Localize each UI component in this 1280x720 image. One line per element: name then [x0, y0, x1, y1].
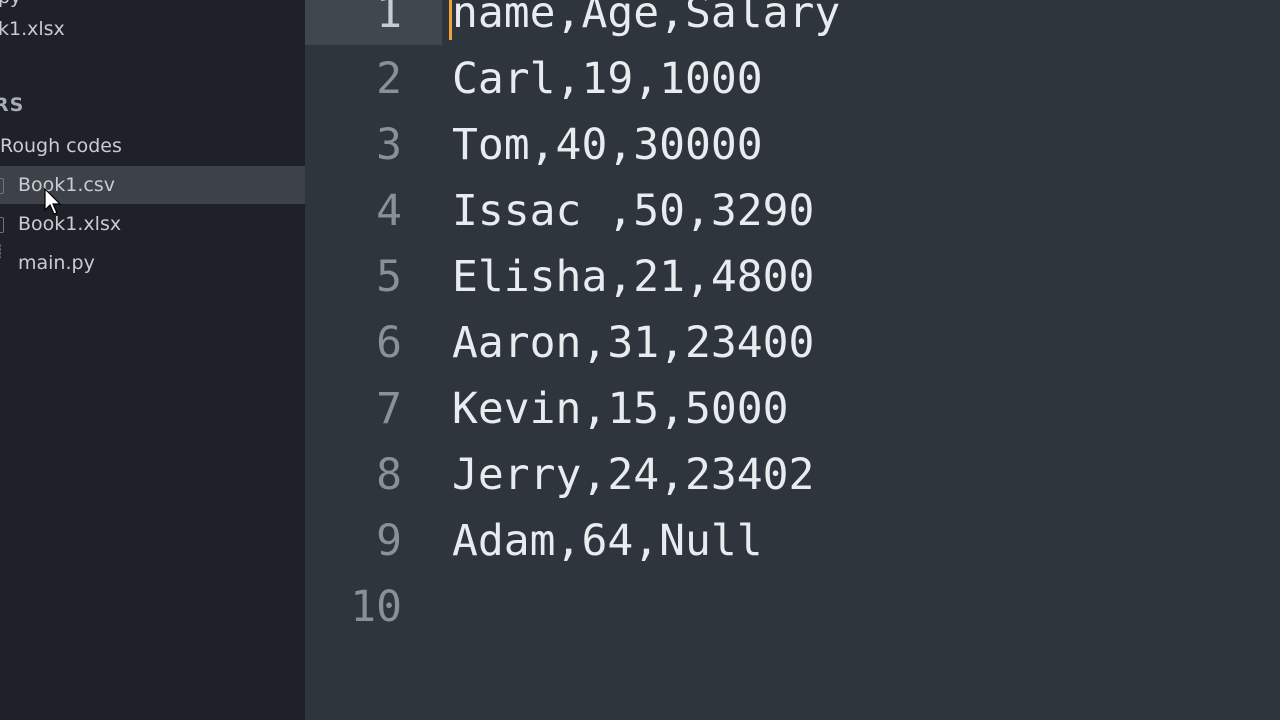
sidebar-file-main-py[interactable]: main.py [0, 244, 305, 282]
line-number: 10 [350, 582, 402, 632]
editor-line[interactable]: 1 name,Age,Salary [305, 0, 1280, 54]
file-label: Book1.csv [18, 174, 116, 196]
line-text: Tom,40,30000 [452, 120, 763, 170]
editor-line[interactable]: 3 Tom,40,30000 [305, 120, 1280, 186]
folders-section-header: ERS [0, 94, 25, 116]
line-number: 8 [376, 450, 402, 500]
line-number: 4 [376, 186, 402, 236]
editor-line[interactable]: 5 Elisha,21,4800 [305, 252, 1280, 318]
line-number: 1 [376, 0, 402, 38]
file-label: main.py [18, 252, 95, 274]
line-text: Elisha,21,4800 [452, 252, 815, 302]
editor-line[interactable]: 2 Carl,19,1000 [305, 54, 1280, 120]
editor-line[interactable]: 9 Adam,64,Null [305, 516, 1280, 582]
mouse-pointer-icon [44, 188, 62, 215]
line-number: 6 [376, 318, 402, 368]
editor-line[interactable]: 10 [305, 582, 1280, 648]
line-text: Aaron,31,23400 [452, 318, 815, 368]
sidebar-item-label: k1.xlsx [0, 18, 65, 40]
line-number: 5 [376, 252, 402, 302]
line-number: 7 [376, 384, 402, 434]
editor-window: py k1.xlsx ERS Rough codes Book1.csv Boo… [0, 0, 1280, 720]
open-file-item-xlsx[interactable]: k1.xlsx [0, 10, 305, 48]
line-number: 9 [376, 516, 402, 566]
line-number: 2 [376, 54, 402, 104]
line-text: Carl,19,1000 [452, 54, 763, 104]
file-icon [0, 178, 4, 194]
code-editor[interactable]: 1 name,Age,Salary 2 Carl,19,1000 3 Tom,4… [305, 0, 1280, 720]
line-text: Kevin,15,5000 [452, 384, 789, 434]
file-icon [0, 217, 4, 233]
folder-label: Rough codes [0, 135, 122, 157]
editor-line[interactable]: 7 Kevin,15,5000 [305, 384, 1280, 450]
file-label: Book1.xlsx [18, 213, 122, 235]
editor-line[interactable]: 8 Jerry,24,23402 [305, 450, 1280, 516]
line-text: Issac ,50,3290 [452, 186, 815, 236]
line-text: Adam,64,Null [452, 516, 763, 566]
code-file-icon [0, 244, 3, 258]
line-text: Jerry,24,23402 [452, 450, 815, 500]
editor-line[interactable]: 4 Issac ,50,3290 [305, 186, 1280, 252]
line-number: 3 [376, 120, 402, 170]
line-text: name,Age,Salary [452, 0, 841, 38]
sidebar: py k1.xlsx ERS Rough codes Book1.csv Boo… [0, 0, 305, 720]
folder-rough-codes[interactable]: Rough codes [0, 127, 305, 165]
editor-line[interactable]: 6 Aaron,31,23400 [305, 318, 1280, 384]
